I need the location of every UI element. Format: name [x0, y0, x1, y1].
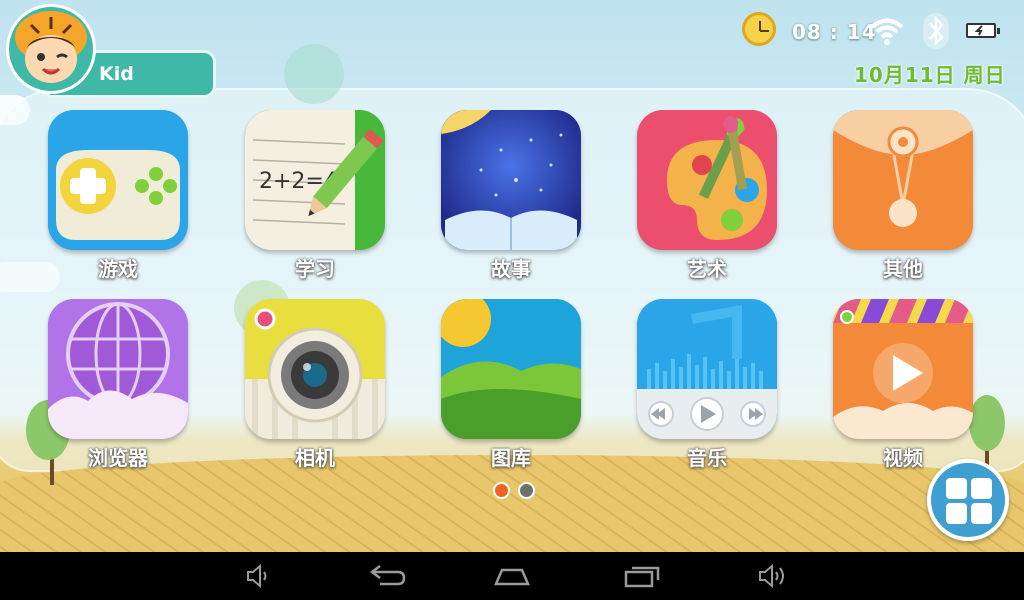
- app-art[interactable]: 艺术: [637, 110, 777, 281]
- volume-up-icon[interactable]: [752, 560, 792, 592]
- paint-palette-icon: [637, 110, 777, 250]
- app-label: 学习: [295, 257, 335, 281]
- home-icon[interactable]: [490, 560, 534, 592]
- app-label: 浏览器: [88, 446, 148, 470]
- profile-card[interactable]: Kid: [4, 2, 216, 98]
- tree-decoration: [284, 44, 344, 104]
- app-browser[interactable]: 浏览器: [48, 299, 188, 470]
- landscape-icon: [441, 299, 581, 439]
- app-games[interactable]: 游戏: [48, 110, 188, 281]
- app-label: 相机: [295, 446, 335, 470]
- app-camera[interactable]: 相机: [245, 299, 385, 470]
- kid-avatar-icon: [15, 11, 87, 83]
- all-apps-button[interactable]: [927, 459, 1009, 541]
- app-stories[interactable]: 故事: [441, 110, 581, 281]
- page-dot-active[interactable]: [493, 482, 510, 499]
- volume-down-icon[interactable]: [238, 560, 278, 592]
- navigation-bar: [0, 552, 1024, 600]
- app-label: 音乐: [687, 446, 727, 470]
- page-dot[interactable]: [518, 482, 535, 499]
- globe-icon: [48, 299, 188, 439]
- wifi-icon: [870, 18, 904, 45]
- app-video[interactable]: 视频: [833, 299, 973, 470]
- app-label: 其他: [883, 257, 923, 281]
- app-study[interactable]: 2+2=4 学习: [245, 110, 385, 281]
- app-gallery[interactable]: 图库: [441, 299, 581, 470]
- app-label: 故事: [491, 257, 531, 281]
- clapperboard-icon: [833, 299, 973, 439]
- clock-icon[interactable]: [742, 12, 776, 46]
- app-music[interactable]: 音乐: [637, 299, 777, 470]
- envelope-icon: [833, 110, 973, 250]
- app-label: 艺术: [687, 257, 727, 281]
- clock-time: 08 : 14: [792, 20, 877, 44]
- music-player-icon: [637, 299, 777, 439]
- home-screen: Kid 08 : 14 10月11日 周日 游戏 2+2=4 学习 故事 艺术 …: [0, 0, 1024, 552]
- gamepad-icon: [48, 110, 188, 250]
- battery-icon: [966, 23, 1000, 38]
- back-icon[interactable]: [364, 560, 408, 592]
- app-others[interactable]: 其他: [833, 110, 973, 281]
- page-indicator: [493, 482, 543, 502]
- notebook-pencil-icon: 2+2=4: [245, 110, 385, 250]
- grid-icon: [946, 478, 967, 499]
- story-book-icon: [441, 110, 581, 250]
- bluetooth-icon: [923, 13, 949, 49]
- date-label: 10月11日 周日: [854, 63, 1006, 87]
- profile-name: Kid: [99, 63, 134, 85]
- avatar[interactable]: [6, 4, 96, 94]
- recent-apps-icon[interactable]: [620, 560, 664, 592]
- status-area: 08 : 14 10月11日 周日: [740, 10, 1020, 90]
- app-label: 图库: [491, 446, 531, 470]
- app-label: 游戏: [98, 257, 138, 281]
- camera-icon: [245, 299, 385, 439]
